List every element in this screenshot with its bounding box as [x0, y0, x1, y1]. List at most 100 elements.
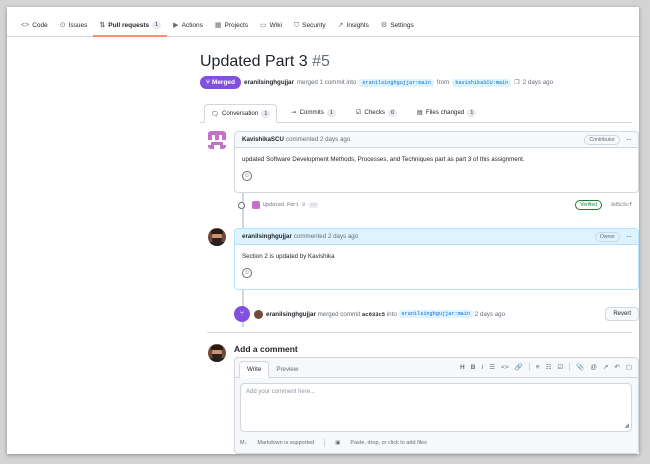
smiley-icon[interactable]: ☺	[242, 268, 252, 278]
reply-icon[interactable]: ↶	[614, 363, 619, 371]
role-badge: Contributor	[584, 134, 620, 145]
markdown-toolbar: H B I ☰ <> 🔗 ≡ ☷ ☑ 📎 @ ↗ ↶ ▢	[460, 363, 632, 371]
italic-icon[interactable]: I	[481, 364, 483, 371]
tab-label: Commits	[299, 109, 324, 116]
nav-label: Security	[302, 22, 326, 29]
pr-meta: ⑂ Merged eranilsinghgujjar merged 1 commi…	[200, 76, 553, 89]
repo-nav: <> Code ⊙ Issues ⇅ Pull requests 1 ▶ Actions …	[7, 7, 639, 37]
task-list-icon[interactable]: ☑	[557, 363, 563, 371]
nav-insights[interactable]: ↗ Insights	[332, 22, 375, 36]
comment-text: Section 2 is updated by Kavishika	[242, 253, 335, 260]
avatar[interactable]	[208, 228, 226, 246]
bullet-list-icon[interactable]: ☷	[546, 363, 552, 371]
head-branch[interactable]: kavishikaSCU:main	[452, 78, 512, 87]
markdown-note[interactable]: Markdown is supported	[257, 440, 314, 446]
tab-files-changed[interactable]: ▤ Files changed 1	[411, 103, 482, 122]
file-diff-icon: ▤	[416, 109, 423, 116]
merge-time: 2 days ago	[474, 310, 506, 318]
nav-security[interactable]: ⛉ Security	[288, 22, 332, 36]
verified-badge[interactable]: Verified	[575, 200, 602, 210]
browser-frame: <> Code ⊙ Issues ⇅ Pull requests 1 ▶ Actions …	[7, 7, 639, 454]
pull-request-icon: ⇅	[99, 21, 106, 29]
kebab-icon[interactable]: ···	[626, 135, 632, 144]
attach-note[interactable]: Paste, drop, or click to add files	[350, 440, 426, 446]
base-branch[interactable]: eranilsinghgujjar:main	[359, 78, 434, 87]
nav-label: Wiki	[269, 22, 282, 29]
tab-conversation[interactable]: 🗨 Conversation 1	[204, 104, 278, 123]
nav-label: Code	[32, 22, 48, 29]
nav-code[interactable]: <> Code	[15, 22, 54, 36]
attach-icon[interactable]: 📎	[576, 363, 584, 371]
expand-button[interactable]: ···	[309, 202, 319, 208]
nav-pull-requests[interactable]: ⇅ Pull requests 1	[93, 21, 167, 37]
nav-wiki[interactable]: ▭ Wiki	[254, 22, 288, 36]
nav-label: Pull requests	[108, 21, 150, 29]
pr-time: 2 days ago	[522, 79, 554, 86]
smiley-icon[interactable]: ☺	[242, 171, 252, 181]
from-text: from	[436, 79, 450, 86]
revert-button[interactable]: Revert	[605, 307, 639, 321]
nav-label: Actions	[181, 22, 203, 29]
code-icon: <>	[21, 22, 30, 29]
avatar[interactable]	[208, 131, 226, 149]
nav-projects[interactable]: ▦ Projects	[209, 22, 254, 36]
pr-number: #5	[312, 53, 330, 70]
nav-actions[interactable]: ▶ Actions	[167, 22, 209, 36]
fullscreen-icon[interactable]: ▢	[626, 363, 632, 371]
commit-message[interactable]: Updated Part 3	[263, 202, 305, 208]
numbered-list-icon[interactable]: ≡	[536, 364, 540, 371]
tab-label: Files changed	[425, 109, 465, 116]
comment-text: updated Software Development Methods, Pr…	[242, 156, 525, 163]
comment: eranilsinghgujjar commented 2 days ago O…	[234, 228, 639, 290]
quote-icon[interactable]: ☰	[489, 363, 495, 371]
pr-title-text: Updated Part 3	[200, 53, 308, 70]
commit-row: Updated Part 3 ··· Verified 9d5c5cf	[238, 200, 632, 210]
merge-sha[interactable]: ac833c5	[362, 311, 385, 318]
kebab-icon[interactable]: ···	[626, 232, 632, 241]
comment-author[interactable]: KavishikaSCU	[242, 136, 284, 143]
comment-author[interactable]: eranilsinghgujjar	[242, 233, 292, 240]
editor-footer: M↓ Markdown is supported ▣ Paste, drop, …	[240, 439, 427, 447]
gear-icon: ⚙	[380, 22, 388, 29]
graph-icon: ↗	[337, 22, 344, 29]
tab-checks[interactable]: ☑ Checks 0	[350, 103, 403, 122]
copy-icon[interactable]: ❐	[514, 79, 520, 86]
code-icon[interactable]: <>	[501, 364, 509, 371]
nav-issues[interactable]: ⊙ Issues	[54, 22, 94, 36]
avatar[interactable]	[208, 344, 226, 362]
bold-icon[interactable]: B	[471, 364, 476, 371]
nav-label: Settings	[390, 22, 414, 29]
comment-header: KavishikaSCU commented 2 days ago Contri…	[235, 132, 638, 148]
tab-label: Checks	[364, 109, 386, 116]
tab-write[interactable]: Write	[239, 361, 270, 378]
comment-textarea[interactable]: Add your comment here...	[240, 383, 632, 432]
status-label: Merged	[211, 79, 236, 86]
book-icon: ▭	[260, 22, 267, 29]
role-badge: Owner	[594, 231, 620, 242]
pr-author[interactable]: eranilsinghgujjar	[244, 79, 294, 86]
heading-icon[interactable]: H	[460, 364, 465, 371]
comment-body: updated Software Development Methods, Pr…	[235, 148, 638, 181]
tab-label: Conversation	[221, 110, 259, 117]
pr-tabs: 🗨 Conversation 1 ⊸ Commits 1 ☑ Checks 0 ▤ Files…	[200, 103, 632, 123]
cross-reference-icon[interactable]: ↗	[603, 363, 608, 371]
resize-grip-icon[interactable]: ◢	[624, 422, 629, 429]
add-comment-title: Add a comment	[234, 344, 298, 354]
into-text: into	[386, 310, 397, 318]
merge-branch[interactable]: eranilsinghgujjar:main	[398, 310, 474, 318]
tab-commits[interactable]: ⊸ Commits 1	[285, 103, 342, 122]
toolbar-divider	[528, 363, 530, 371]
git-merge-icon: ⑂	[234, 306, 250, 322]
mention-icon[interactable]: @	[590, 364, 597, 371]
merge-author[interactable]: eranilsinghgujjar	[266, 311, 316, 318]
link-icon[interactable]: 🔗	[515, 363, 523, 371]
checklist-icon: ☑	[355, 109, 362, 116]
comment-icon: 🗨	[211, 110, 219, 118]
tab-preview[interactable]: Preview	[269, 362, 305, 377]
comment-meta: commented 2 days ago	[293, 233, 359, 240]
nav-settings[interactable]: ⚙ Settings	[375, 22, 420, 36]
merge-event: ⑂ eranilsinghgujjar merged commit ac833c…	[234, 306, 639, 322]
commit-sha[interactable]: 9d5c5cf	[611, 202, 632, 208]
merge-text: merged commit	[317, 310, 361, 318]
nav-count: 1	[152, 21, 162, 29]
